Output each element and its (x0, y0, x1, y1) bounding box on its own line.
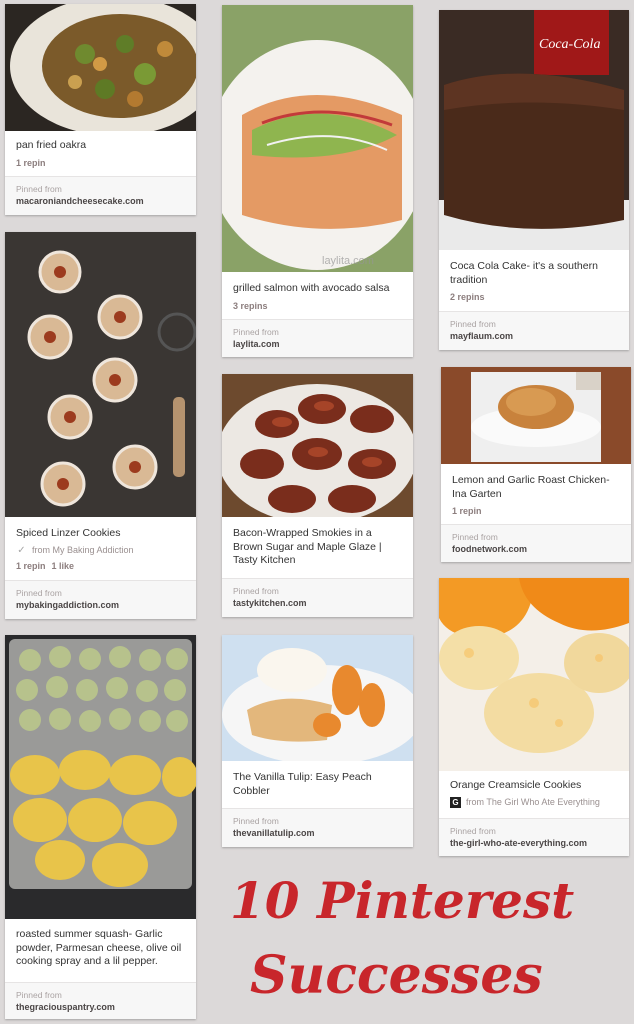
source-domain[interactable]: foodnetwork.com (452, 544, 620, 554)
pinned-from-label: Pinned from (16, 588, 62, 598)
pin-source[interactable]: Pinned from thegraciouspantry.com (5, 982, 196, 1019)
pin-image-squash[interactable] (5, 635, 196, 919)
pin-description: roasted summer squash- Garlic powder, Pa… (16, 928, 182, 967)
pin-description: The Vanilla Tulip: Easy Peach Cobbler (233, 771, 372, 797)
pinned-from-label: Pinned from (233, 586, 279, 596)
source-domain[interactable]: laylita.com (233, 339, 402, 349)
repin-count[interactable]: 1 repin (16, 561, 46, 571)
pin-image-okra[interactable] (5, 4, 196, 131)
repin-count[interactable]: 3 repins (233, 301, 268, 311)
pin-stats: 1 repin (16, 158, 185, 168)
pin-image-cobbler[interactable] (222, 635, 413, 761)
pin-source[interactable]: Pinned from tastykitchen.com (222, 578, 413, 617)
pin-via[interactable]: Gfrom The Girl Who Ate Everything (450, 796, 618, 808)
pin-source[interactable]: Pinned from mybakingaddiction.com (5, 580, 196, 619)
pin-description: pan fried oakra (16, 139, 87, 151)
heading-line-1: 10 Pinterest (230, 871, 574, 930)
pin-card-okra[interactable]: pan fried oakra 1 repin Pinned from maca… (5, 4, 196, 215)
via-text: from The Girl Who Ate Everything (466, 797, 600, 807)
source-domain[interactable]: mybakingaddiction.com (16, 600, 185, 610)
repin-count[interactable]: 1 repin (452, 506, 482, 516)
pinned-from-label: Pinned from (16, 184, 62, 194)
pinned-from-label: Pinned from (450, 319, 496, 329)
like-count[interactable]: 1 like (52, 561, 75, 571)
pin-card-cobbler[interactable]: The Vanilla Tulip: Easy Peach Cobbler Pi… (222, 635, 413, 847)
pin-image-roast-chicken[interactable] (441, 367, 631, 464)
pin-via[interactable]: ✓ from My Baking Addiction (16, 545, 185, 556)
pin-source[interactable]: Pinned from foodnetwork.com (441, 524, 631, 562)
pinned-from-label: Pinned from (233, 327, 279, 337)
pin-card-cola-cake[interactable]: Coca-Cola Coca Cola Cake- it's a souther… (439, 10, 629, 350)
pin-source[interactable]: Pinned from thevanillatulip.com (222, 808, 413, 847)
pin-image-creamsicle[interactable] (439, 578, 629, 771)
source-domain[interactable]: macaroniandcheesecake.com (16, 196, 185, 206)
pinned-from-label: Pinned from (233, 816, 279, 826)
pin-description: Lemon and Garlic Roast Chicken- Ina Gart… (452, 474, 610, 500)
spoon-icon: ✓ (17, 544, 26, 556)
pin-card-roast-chicken[interactable]: Lemon and Garlic Roast Chicken- Ina Gart… (441, 367, 631, 562)
source-domain[interactable]: mayflaum.com (450, 331, 618, 341)
svg-text:Coca-Cola: Coca-Cola (539, 37, 600, 52)
pin-stats: 1 repin 1 like (16, 561, 185, 571)
source-domain[interactable]: tastykitchen.com (233, 598, 402, 608)
pin-description: Spiced Linzer Cookies (16, 527, 121, 539)
pin-stats: 2 repins (450, 292, 618, 302)
pin-card-smokies[interactable]: Bacon-Wrapped Smokies in a Brown Sugar a… (222, 374, 413, 617)
pin-source[interactable]: Pinned from laylita.com (222, 319, 413, 357)
pin-card-creamsicle[interactable]: Orange Creamsicle Cookies Gfrom The Girl… (439, 578, 629, 856)
pin-card-salmon[interactable]: grilled salmon with avocado salsa 3 repi… (222, 5, 413, 357)
pin-description: grilled salmon with avocado salsa (233, 282, 390, 294)
pin-stats: 3 repins (233, 301, 402, 311)
pinned-from-label: Pinned from (452, 532, 498, 542)
pin-source[interactable]: Pinned from macaroniandcheesecake.com (5, 176, 196, 215)
source-domain[interactable]: thevanillatulip.com (233, 828, 402, 838)
pin-description: Orange Creamsicle Cookies (450, 779, 582, 791)
heading-line-2: Successes (250, 945, 543, 1006)
source-domain[interactable]: the-girl-who-ate-everything.com (450, 838, 618, 848)
pin-source[interactable]: Pinned from mayflaum.com (439, 311, 629, 350)
pin-image-smokies[interactable] (222, 374, 413, 517)
pin-card-linzer[interactable]: Spiced Linzer Cookies ✓ from My Baking Ad… (5, 232, 196, 619)
source-domain[interactable]: thegraciouspantry.com (16, 1002, 185, 1012)
site-badge-icon: G (450, 796, 461, 808)
pin-image-linzer[interactable] (5, 232, 196, 517)
pin-image-salmon[interactable] (222, 5, 413, 272)
pin-image-cola-cake[interactable]: Coca-Cola (439, 10, 629, 250)
pin-description: Bacon-Wrapped Smokies in a Brown Sugar a… (233, 527, 382, 566)
pin-source[interactable]: Pinned from the-girl-who-ate-everything.… (439, 818, 629, 856)
pinned-from-label: Pinned from (16, 990, 62, 1000)
pin-stats: 1 repin (452, 506, 620, 516)
repin-count[interactable]: 2 repins (450, 292, 485, 302)
image-watermark: laylita.com (322, 255, 374, 267)
via-text: from My Baking Addiction (32, 545, 134, 555)
repin-count[interactable]: 1 repin (16, 158, 46, 168)
pin-description: Coca Cola Cake- it's a southern traditio… (450, 260, 598, 286)
pin-card-squash[interactable]: roasted summer squash- Garlic powder, Pa… (5, 635, 196, 1019)
board-heading: 10 Pinterest Successes (230, 858, 630, 1018)
pinned-from-label: Pinned from (450, 826, 496, 836)
